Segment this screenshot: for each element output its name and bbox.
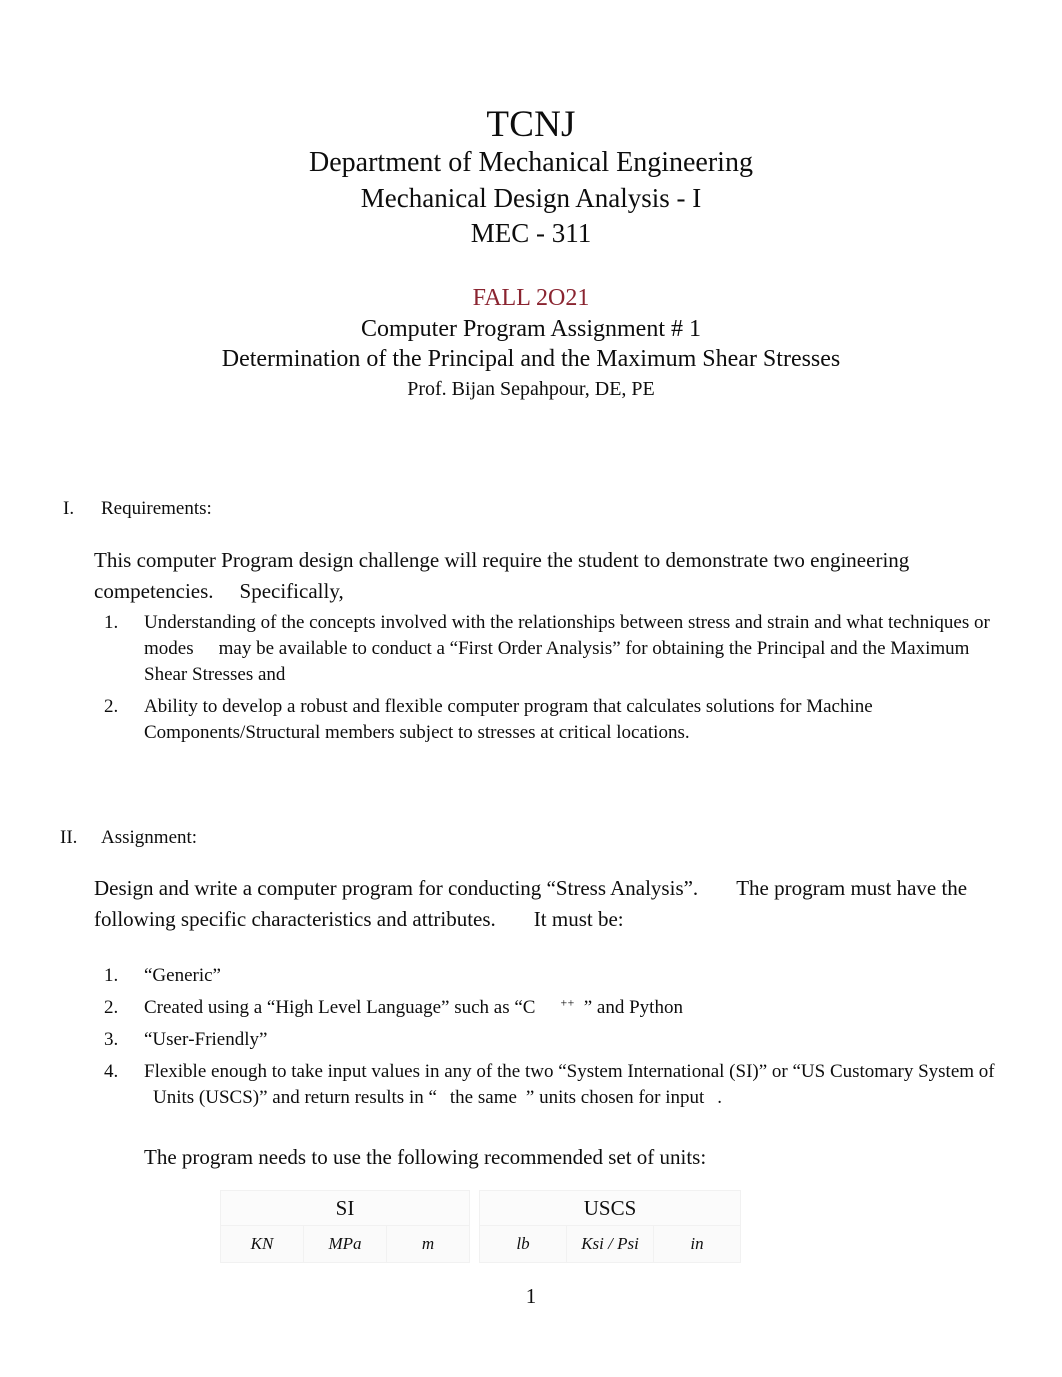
list-item: 1. Understanding of the concepts involve…: [98, 610, 1000, 688]
units-table-wrapper: SI KN MPa m USCS lb Ksi / Psi in: [58, 1190, 1000, 1264]
table-row: USCS: [479, 1190, 741, 1227]
section-ii-intro-part1: Design and write a computer program for …: [94, 876, 699, 901]
list-item-text-a: Flexible enough to take input values in …: [144, 1060, 995, 1082]
section-i-numeral: I.: [63, 498, 75, 520]
list-item-text-a: Ability to develop a robust and flexible…: [144, 696, 873, 744]
list-item: 2. Ability to develop a robust and flexi…: [98, 694, 1000, 746]
units-group-label-si: SI: [220, 1190, 470, 1227]
list-marker: 4.: [104, 1060, 119, 1082]
table-row: SI: [220, 1190, 470, 1227]
section-ii-numeral: II.: [60, 826, 78, 848]
document-page: TCNJ Department of Mechanical Engineerin…: [0, 0, 1062, 1377]
list-item-text: “User‐Friendly”: [144, 1028, 268, 1050]
units-table-si: SI KN MPa m: [220, 1190, 470, 1264]
section-assignment: II. Assignment: Design and write a compu…: [58, 825, 1000, 1264]
unit-cell: MPa: [303, 1225, 387, 1264]
list-marker: 1.: [104, 612, 119, 634]
section-ii-heading: II. Assignment:: [58, 825, 1000, 851]
list-item-text-c: the same: [449, 1086, 517, 1108]
list-item: 4. Flexible enough to take input values …: [98, 1059, 1000, 1111]
list-item-text-b: Units (USCS)” and return results in “: [153, 1086, 437, 1108]
list-marker: 2.: [104, 996, 119, 1018]
list-marker: 1.: [104, 964, 119, 986]
section-i-intro-part2: Specifically,: [239, 578, 344, 603]
course-name: Mechanical Design Analysis - I: [360, 183, 702, 214]
superscript-plusplus: ++: [560, 996, 575, 1010]
list-item: 3. “User‐Friendly”: [98, 1027, 1000, 1053]
institution-name: TCNJ: [486, 104, 576, 145]
document-header: TCNJ Department of Mechanical Engineerin…: [0, 0, 1062, 402]
section-ii-list: 1. “Generic” 2. Created using a “High Le…: [58, 963, 1000, 1111]
list-item-text-b: may be available to conduct a “First Ord…: [144, 638, 970, 686]
section-ii-heading-text: Assignment:: [101, 826, 198, 848]
list-item: 2. Created using a “High Level Language”…: [98, 995, 1000, 1021]
assignment-subtitle: Determination of the Principal and the M…: [221, 345, 841, 372]
table-row: KN MPa m: [220, 1225, 470, 1264]
section-ii-intro: Design and write a computer program for …: [58, 873, 1000, 935]
list-marker: 3.: [104, 1028, 119, 1050]
document-body: I. Requirements: This computer Program d…: [0, 496, 1062, 1264]
unit-cell: m: [386, 1225, 470, 1264]
list-item-text-e: .: [717, 1086, 723, 1108]
list-marker: 2.: [104, 696, 119, 718]
section-requirements: I. Requirements: This computer Program d…: [58, 496, 1000, 746]
table-row: lb Ksi / Psi in: [479, 1225, 741, 1264]
section-i-list: 1. Understanding of the concepts involve…: [58, 610, 1000, 746]
department-name: Department of Mechanical Engineering: [309, 147, 753, 179]
list-item-text: “Generic”: [144, 964, 221, 986]
page-number: 1: [525, 1284, 537, 1308]
units-table-uscs: USCS lb Ksi / Psi in: [479, 1190, 741, 1264]
unit-cell: in: [653, 1225, 741, 1264]
list-item: 1. “Generic”: [98, 963, 1000, 989]
list-item-text-post: ” and Python: [583, 996, 683, 1018]
section-i-intro-part1: This computer Program design challenge w…: [94, 547, 910, 603]
section-i-intro: This computer Program design challenge w…: [58, 545, 1000, 607]
unit-cell: Ksi / Psi: [566, 1225, 654, 1264]
term-label: FALL 2O21: [472, 285, 590, 312]
unit-cell: lb: [479, 1225, 567, 1264]
section-i-heading-text: Requirements:: [101, 498, 212, 520]
units-lead-in: The program needs to use the following r…: [144, 1144, 707, 1169]
list-item-text-pre: Created using a “High Level Language” su…: [144, 996, 536, 1018]
section-ii-intro-part3: It must be:: [533, 907, 624, 931]
instructor-name: Prof. Bijan Sepahpour, DE, PE: [407, 378, 655, 401]
units-group-label-uscs: USCS: [479, 1190, 741, 1227]
list-item-text-d: ” units chosen for input: [525, 1086, 705, 1108]
course-code: MEC - 311: [470, 217, 592, 248]
section-i-heading: I. Requirements:: [58, 496, 1000, 522]
assignment-title: Computer Program Assignment # 1: [361, 315, 701, 342]
unit-cell: KN: [220, 1225, 304, 1264]
